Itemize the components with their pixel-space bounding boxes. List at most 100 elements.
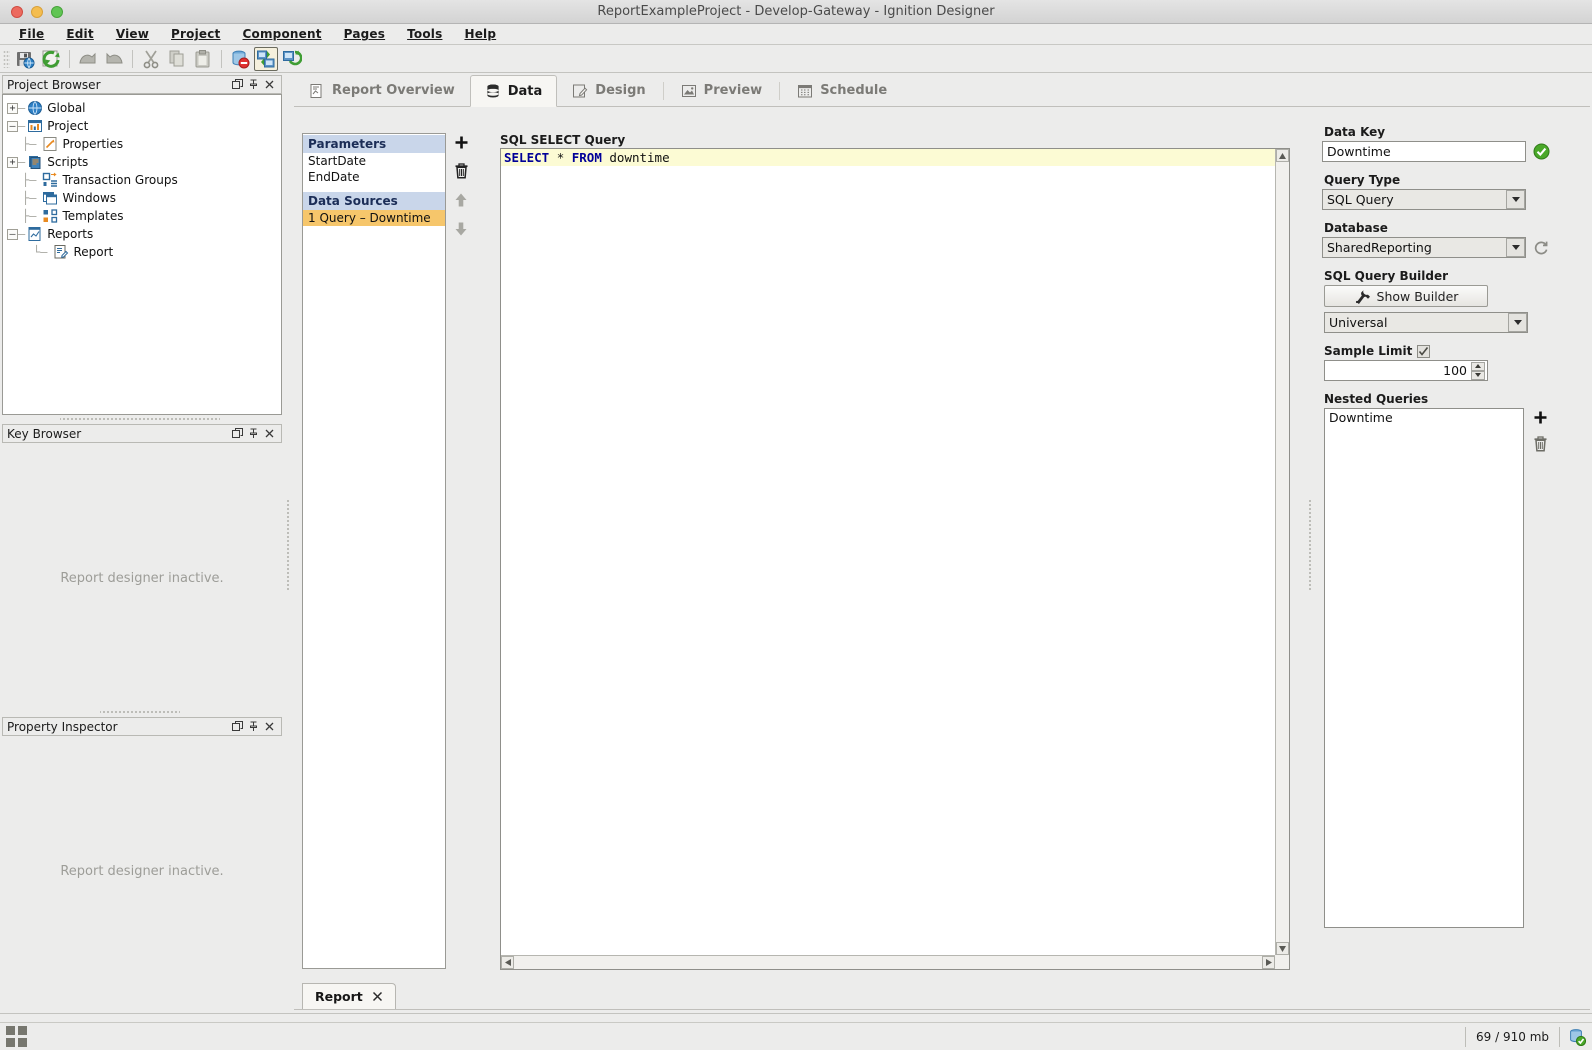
- tree-item-project[interactable]: – – Project: [7, 117, 281, 135]
- windows-icon: [42, 190, 58, 206]
- chevron-down-icon[interactable]: [1508, 313, 1527, 332]
- pin-icon[interactable]: [245, 77, 261, 93]
- sql-query-builder-label: SQL Query Builder: [1324, 269, 1449, 283]
- undo-button[interactable]: [76, 47, 100, 71]
- stepper-down-icon[interactable]: [1471, 370, 1485, 380]
- tree-item-report[interactable]: └– Report: [7, 243, 281, 261]
- close-icon[interactable]: [261, 426, 277, 442]
- show-builder-button[interactable]: Show Builder: [1324, 285, 1488, 307]
- close-icon[interactable]: [261, 719, 277, 735]
- float-icon[interactable]: [229, 426, 245, 442]
- app-grid-icon[interactable]: [6, 1025, 28, 1048]
- move-down-button[interactable]: [452, 220, 470, 238]
- sql-query-editor[interactable]: SELECT * FROM downtime: [500, 148, 1290, 970]
- splitter-project-key[interactable]: [60, 416, 220, 422]
- tree-item-transaction-groups[interactable]: ├– Transaction Groups: [7, 171, 281, 189]
- tree-label: Project: [47, 119, 89, 133]
- sample-limit-checkbox[interactable]: [1417, 344, 1431, 358]
- menu-view-label: View: [115, 27, 150, 41]
- menu-pages[interactable]: Pages: [333, 25, 396, 43]
- memory-usage[interactable]: 69 / 910 mb: [1465, 1027, 1560, 1047]
- add-datasource-button[interactable]: [452, 133, 470, 151]
- tree-item-properties[interactable]: ├– Properties: [7, 135, 281, 153]
- splitter-key-property[interactable]: [100, 709, 180, 715]
- sql-query-text[interactable]: SELECT * FROM downtime: [501, 149, 1275, 955]
- sql-line-1[interactable]: SELECT * FROM downtime: [501, 149, 1275, 166]
- tab-schedule[interactable]: Schedule: [782, 74, 902, 106]
- nested-queries-list[interactable]: Downtime: [1324, 408, 1524, 928]
- tab-report-overview[interactable]: Report Overview: [294, 74, 470, 106]
- database-select[interactable]: SharedReporting: [1322, 237, 1526, 258]
- sql-dialect-value: Universal: [1329, 315, 1388, 330]
- menu-help[interactable]: Help: [453, 25, 507, 43]
- cut-button[interactable]: [139, 47, 163, 71]
- project-browser-tree[interactable]: + – Global – – Project ├– Properties + –…: [2, 94, 282, 415]
- scroll-left-button[interactable]: [501, 956, 514, 969]
- scroll-down-button[interactable]: [1276, 942, 1289, 955]
- close-icon[interactable]: [372, 991, 383, 1002]
- pin-icon[interactable]: [245, 719, 261, 735]
- sql-dialect-select[interactable]: Universal: [1324, 312, 1528, 333]
- scripts-icon: [27, 154, 43, 170]
- data-sources-section-header: Data Sources: [303, 191, 445, 210]
- tab-preview[interactable]: Preview: [666, 74, 778, 106]
- tab-label: Report Overview: [332, 83, 455, 98]
- tree-item-templates[interactable]: ├– Templates: [7, 207, 281, 225]
- redo-button[interactable]: [102, 47, 126, 71]
- move-up-button[interactable]: [452, 191, 470, 209]
- tree-toggle-project[interactable]: –: [7, 120, 18, 132]
- paste-button[interactable]: [191, 47, 215, 71]
- tab-data[interactable]: Data: [469, 75, 558, 107]
- float-icon[interactable]: [229, 719, 245, 735]
- tree-item-global[interactable]: + – Global: [7, 99, 281, 117]
- document-tab-report[interactable]: Report: [302, 983, 396, 1009]
- delete-datasource-button[interactable]: [452, 162, 470, 180]
- menu-tools[interactable]: Tools: [396, 25, 453, 43]
- chevron-down-icon[interactable]: [1506, 238, 1525, 257]
- delete-nested-query-button[interactable]: [1533, 436, 1548, 452]
- save-and-publish-button[interactable]: [39, 47, 63, 71]
- parameter-row-enddate[interactable]: EndDate: [303, 169, 445, 185]
- menu-component[interactable]: Component: [232, 25, 333, 43]
- menu-project[interactable]: Project: [160, 25, 231, 43]
- tree-toggle-reports[interactable]: –: [7, 228, 18, 240]
- sql-horizontal-scrollbar[interactable]: [501, 955, 1275, 969]
- nested-query-item[interactable]: Downtime: [1329, 410, 1519, 425]
- menu-file[interactable]: File: [8, 25, 55, 43]
- chevron-down-icon[interactable]: [1506, 190, 1525, 209]
- stepper-up-icon[interactable]: [1471, 361, 1485, 371]
- save-icon: [15, 49, 35, 69]
- toolbar-grip[interactable]: [3, 49, 10, 68]
- scroll-up-button[interactable]: [1276, 149, 1289, 162]
- tree-toggle-scripts[interactable]: +: [7, 156, 18, 168]
- datasource-row-downtime[interactable]: 1 Query – Downtime: [303, 210, 445, 226]
- save-button[interactable]: [13, 47, 37, 71]
- menu-edit[interactable]: Edit: [55, 25, 104, 43]
- close-icon[interactable]: [261, 77, 277, 93]
- tree-item-windows[interactable]: ├– Windows: [7, 189, 281, 207]
- data-key-input[interactable]: Downtime: [1322, 141, 1526, 162]
- refresh-icon[interactable]: [1533, 240, 1549, 256]
- parameter-row-startdate[interactable]: StartDate: [303, 153, 445, 169]
- sql-token-star: *: [556, 150, 565, 165]
- comm-read-write-button[interactable]: [280, 47, 304, 71]
- data-sources-panel[interactable]: Parameters StartDate EndDate Data Source…: [302, 133, 446, 969]
- copy-button[interactable]: [165, 47, 189, 71]
- comm-read-only-button[interactable]: [254, 46, 278, 71]
- add-nested-query-button[interactable]: [1533, 410, 1548, 425]
- splitter-left-dock[interactable]: [285, 500, 291, 590]
- pin-icon[interactable]: [245, 426, 261, 442]
- float-icon[interactable]: [229, 77, 245, 93]
- tree-toggle-global[interactable]: +: [7, 102, 18, 114]
- sql-vertical-scrollbar[interactable]: [1275, 149, 1289, 955]
- scroll-right-button[interactable]: [1262, 956, 1275, 969]
- disconnect-button[interactable]: [228, 47, 252, 71]
- gateway-connected-icon[interactable]: [1568, 1028, 1586, 1046]
- query-type-select[interactable]: SQL Query: [1322, 189, 1526, 210]
- tab-design[interactable]: Design: [557, 74, 660, 106]
- sample-limit-input[interactable]: 100: [1324, 360, 1488, 381]
- tree-item-scripts[interactable]: + – Scripts: [7, 153, 281, 171]
- menu-view[interactable]: View: [105, 25, 160, 43]
- tree-item-reports[interactable]: – – Reports: [7, 225, 281, 243]
- sample-limit-stepper[interactable]: [1471, 361, 1485, 380]
